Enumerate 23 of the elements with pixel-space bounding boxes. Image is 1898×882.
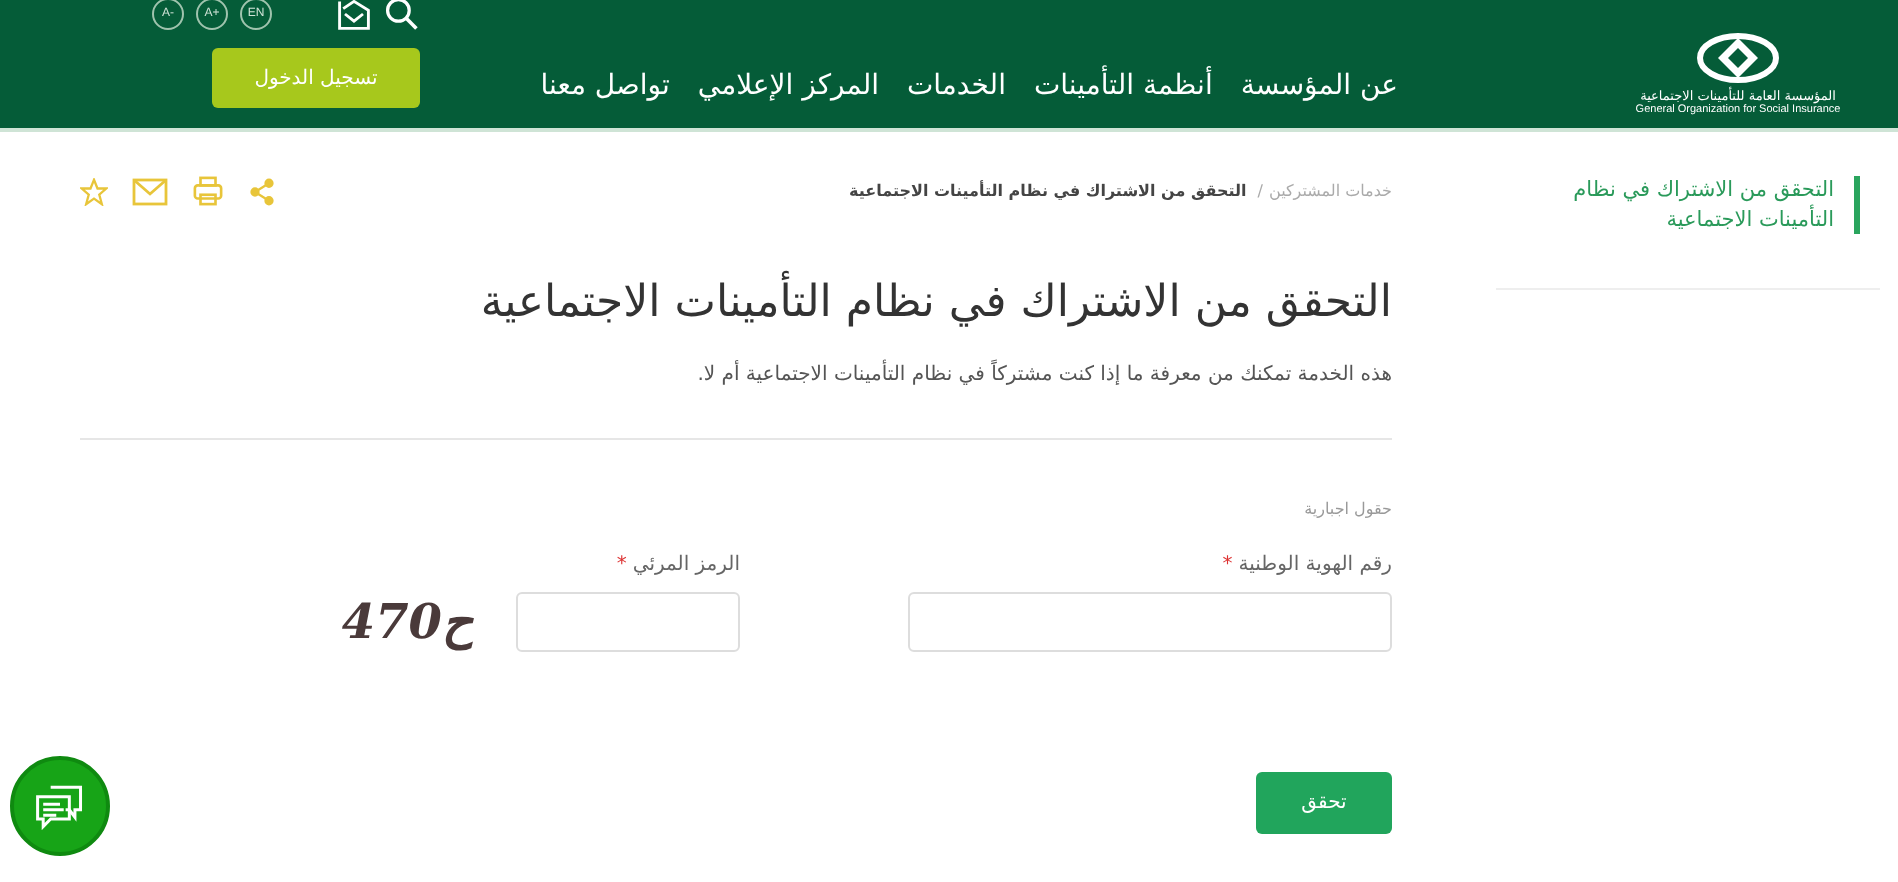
nav-link[interactable]: الخدمات: [906, 70, 1006, 102]
required-note: حقول اجبارية: [1302, 500, 1392, 518]
breadcrumb-link[interactable]: التحقق من الاشتراك في نظام التأمينات الاجتماعية: [849, 182, 1247, 200]
print-icon[interactable]: [192, 176, 224, 206]
chat-button[interactable]: [10, 756, 110, 856]
nav-link[interactable]: تواصل معنا: [540, 70, 670, 102]
nav-link[interactable]: عن المؤسسة: [1240, 70, 1398, 102]
field-label: رقم الهوية الوطنية: [1238, 554, 1392, 576]
star-icon[interactable]: [80, 177, 108, 205]
description: هذه الخدمة تمكنك من معرفة ما إذا كنت مشتركاً في نظام التأمينات الاجتماعية أم لا.: [80, 364, 1392, 386]
sidebar-item[interactable]: التحقق من الاشتراك في نظام التأمينات الاجتماعية: [1496, 176, 1860, 235]
breadcrumb-separator: /: [1257, 182, 1263, 200]
search-icon[interactable]: [384, 0, 420, 32]
input-field[interactable]: [908, 592, 1392, 652]
share-icon[interactable]: [248, 177, 276, 205]
captcha-image: 470ح: [341, 592, 472, 652]
logo-icon: [1694, 28, 1782, 88]
nav-link[interactable]: المركز الإعلامي: [697, 70, 879, 102]
required-asterisk: *: [616, 554, 627, 576]
nav-link[interactable]: أنظمة التأمينات: [1033, 70, 1213, 102]
required-asterisk: *: [1222, 554, 1233, 576]
input-field[interactable]: [516, 592, 740, 652]
field-label: الرمز المرئي: [632, 554, 740, 576]
